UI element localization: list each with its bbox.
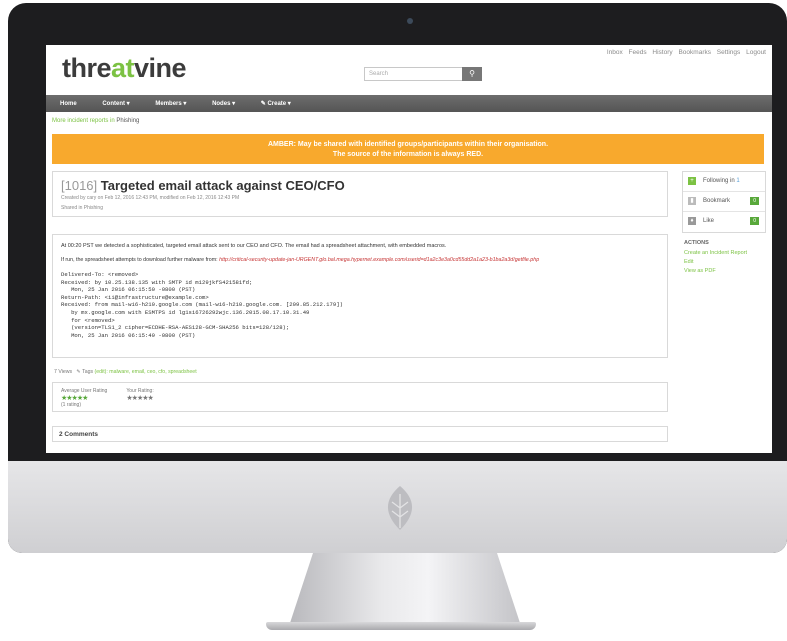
link-logout[interactable]: Logout: [746, 49, 766, 56]
incident-description: At 00:20 PST we detected a sophisticated…: [61, 243, 447, 249]
ratings-card: Average User Rating ★★★★★ (1 rating) You…: [52, 382, 668, 412]
plus-icon: +: [688, 177, 696, 185]
camera: [407, 18, 413, 24]
nav-nodes[interactable]: Nodes ▾: [198, 95, 245, 107]
link-feeds[interactable]: Feeds: [629, 49, 647, 56]
incident-body-card: At 00:20 PST we detected a sophisticated…: [52, 234, 668, 358]
incident-title-card: [1016] Targeted email attack against CEO…: [52, 171, 668, 217]
leaf-icon: [387, 486, 413, 530]
social-actions-panel: + Following in 1 ▮ Bookmark 0 ♦ Like 0: [682, 171, 766, 233]
incident-created: Created by cary on Feb 12, 2016 12:43 PM…: [61, 195, 240, 201]
your-rating-stars[interactable]: ★★★★★: [126, 394, 153, 402]
link-settings[interactable]: Settings: [717, 49, 741, 56]
site-header: threatvine Inbox Feeds History Bookmarks…: [46, 45, 772, 95]
incident-title: [1016] Targeted email attack against CEO…: [61, 178, 345, 193]
your-rating: Your Rating: ★★★★★: [126, 388, 154, 402]
search-button[interactable]: ⚲: [462, 67, 482, 81]
nav-create[interactable]: ✎ Create ▾: [247, 95, 301, 107]
threatvine-logo[interactable]: threatvine: [62, 53, 187, 84]
link-inbox[interactable]: Inbox: [607, 49, 623, 56]
view-pdf-link[interactable]: View as PDF: [684, 268, 747, 274]
average-stars: ★★★★★: [61, 395, 88, 402]
amber-tlp-banner: AMBER: May be shared with identified gro…: [52, 134, 764, 164]
tags-list[interactable]: malware, email, ceo, cfo, spreadsheet: [109, 369, 196, 375]
nav-content[interactable]: Content ▾: [88, 95, 139, 107]
incident-shared: Shared in Phishing: [61, 205, 103, 211]
email-headers: Delivered-To: <removed> Received: by 10.…: [61, 271, 343, 339]
actions-heading: ACTIONS: [684, 240, 709, 246]
main-nav: Home Content ▾ Members ▾ Nodes ▾ ✎ Creat…: [46, 95, 772, 112]
nav-home[interactable]: Home: [46, 96, 87, 107]
link-history[interactable]: History: [652, 49, 672, 56]
thumbs-up-icon: ♦: [688, 217, 696, 225]
following-button[interactable]: + Following in 1: [683, 172, 765, 192]
monitor-stand: [290, 553, 520, 623]
monitor-stand-base: [266, 622, 536, 630]
phishing-category-link[interactable]: Phishing: [116, 118, 139, 124]
edit-link[interactable]: Edit: [684, 259, 747, 265]
tags-line: 7 Views ✎ Tags (edit): malware, email, c…: [54, 369, 197, 375]
tag-icon: ✎: [76, 369, 81, 375]
link-bookmarks[interactable]: Bookmarks: [678, 49, 711, 56]
comments-header[interactable]: 2 Comments: [52, 426, 668, 442]
breadcrumb: More incident reports in Phishing: [52, 118, 140, 124]
bookmark-button[interactable]: ▮ Bookmark 0: [683, 192, 765, 212]
average-rating: Average User Rating ★★★★★ (1 rating): [61, 388, 117, 408]
malware-url[interactable]: http://critical-security-update-jan-URGE…: [219, 257, 539, 263]
actions-panel: ACTIONS Create an Incident Report Edit V…: [684, 240, 747, 277]
top-links: Inbox Feeds History Bookmarks Settings L…: [603, 49, 766, 56]
create-incident-report-link[interactable]: Create an Incident Report: [684, 250, 747, 256]
screen: threatvine Inbox Feeds History Bookmarks…: [46, 45, 772, 453]
like-button[interactable]: ♦ Like 0: [683, 212, 765, 232]
tags-edit-link[interactable]: (edit):: [95, 369, 108, 375]
search-icon: ⚲: [469, 69, 475, 78]
bookmark-icon: ▮: [688, 197, 696, 205]
nav-members[interactable]: Members ▾: [141, 95, 196, 107]
malware-url-line: If run, the spreadsheet attempts to down…: [61, 257, 540, 263]
